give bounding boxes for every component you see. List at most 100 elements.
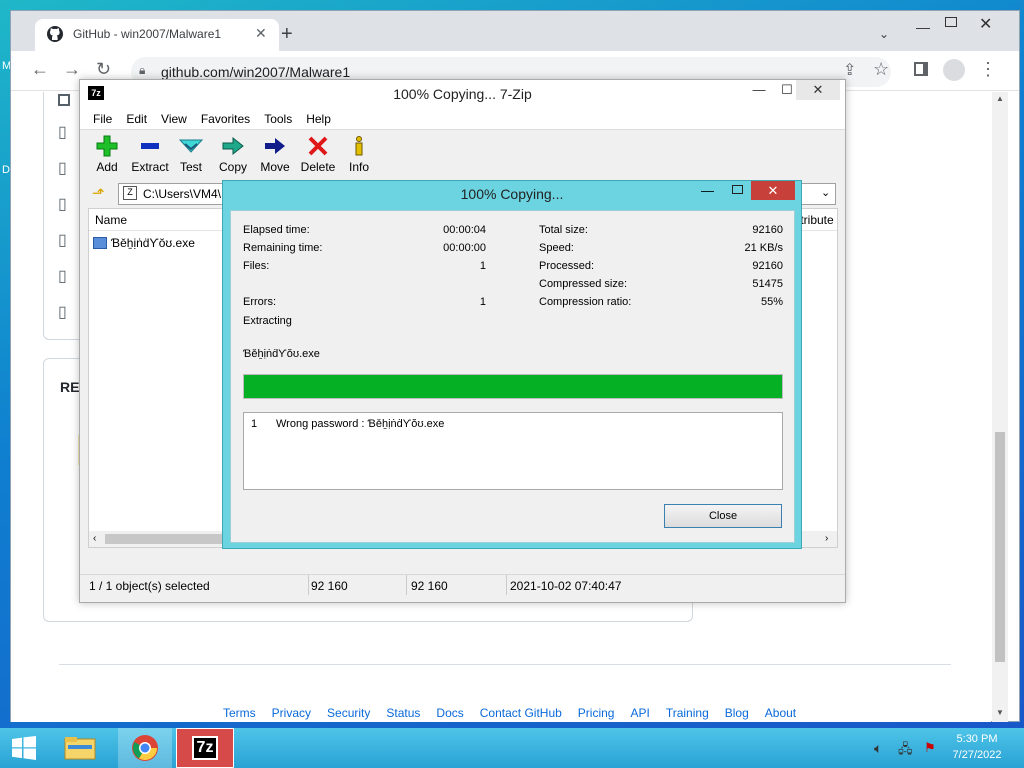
compressed-size-value: 51475	[752, 278, 783, 290]
move-button[interactable]: Move	[258, 135, 292, 174]
info-button[interactable]: Info	[344, 135, 374, 174]
menu-file[interactable]: File	[93, 108, 112, 129]
side-panel-icon[interactable]	[914, 62, 928, 76]
dialog-body: Elapsed time: 00:00:04 Remaining time: 0…	[230, 210, 795, 543]
bookmark-star-icon[interactable]: ☆	[873, 59, 889, 80]
errors-value: 1	[479, 296, 486, 308]
7zip-statusbar: 1 / 1 object(s) selected 92 160 92 160 2…	[80, 574, 845, 596]
dialog-maximize-icon[interactable]	[732, 185, 743, 194]
status-modified: 2021-10-02 07:40:47	[510, 579, 622, 593]
network-icon[interactable]: 🖧︎	[898, 740, 913, 762]
copy-label: Copy	[218, 160, 247, 174]
profile-avatar[interactable]	[943, 59, 965, 81]
footer-link[interactable]: Privacy	[272, 706, 311, 720]
path-icon: Z	[123, 186, 137, 200]
taskbar-7zip[interactable]: 7z	[176, 728, 234, 768]
menu-tools[interactable]: Tools	[264, 108, 292, 129]
footer-link[interactable]: Pricing	[578, 706, 615, 720]
scrollbar-thumb[interactable]	[995, 432, 1005, 662]
7zip-menubar: File Edit View Favorites Tools Help	[80, 108, 845, 130]
file-icon: ▯	[58, 232, 67, 249]
reload-icon[interactable]: ↻	[96, 59, 111, 80]
file-row[interactable]: ƁěẖịṅḋƳŏʊ.exe	[93, 235, 195, 251]
current-file: ƁěẖịṅḋƳŏʊ.exe	[243, 348, 320, 360]
message-log[interactable]: 1 Wrong password : ƁěẖịṅḋƳŏʊ.exe	[243, 412, 783, 490]
add-button[interactable]: Add	[92, 135, 122, 174]
clock-time[interactable]: 5:30 PM	[950, 733, 1004, 745]
close-button[interactable]: Close	[664, 504, 782, 528]
desktop-icon-label-fragment: D	[2, 164, 10, 176]
clock-date[interactable]: 7/27/2022	[950, 749, 1004, 761]
footer-link[interactable]: Training	[666, 706, 709, 720]
taskbar-chrome[interactable]	[118, 728, 172, 768]
dialog-minimize-icon[interactable]: —	[701, 183, 714, 198]
minimize-icon[interactable]: —	[916, 19, 930, 35]
file-row-name: ƁěẖịṅḋƳŏʊ.exe	[111, 236, 195, 250]
github-icon	[47, 26, 63, 45]
footer-link[interactable]: Blog	[725, 706, 749, 720]
column-name[interactable]: Name	[95, 213, 127, 227]
footer-link[interactable]: Docs	[436, 706, 463, 720]
column-attributes[interactable]: ttribute	[797, 213, 834, 227]
info-label: Info	[348, 160, 369, 174]
path-dropdown-icon[interactable]: ⌄	[821, 186, 830, 199]
test-button[interactable]: Test	[176, 135, 206, 174]
copy-button[interactable]: Copy	[217, 135, 249, 174]
scroll-right-icon[interactable]: ›	[825, 533, 828, 544]
forward-icon[interactable]: →	[63, 59, 81, 80]
action-center-icon[interactable]: ⚑	[924, 740, 936, 756]
speed-label: Speed:	[539, 242, 574, 254]
close-tab-icon[interactable]: ✕	[255, 25, 267, 42]
footer-link[interactable]: About	[765, 706, 796, 720]
close-window-icon[interactable]: ✕	[979, 14, 992, 34]
new-tab-icon[interactable]: +	[281, 23, 293, 46]
total-size-value: 92160	[752, 224, 783, 236]
remaining-label: Remaining time:	[243, 242, 323, 254]
footer-link[interactable]: Contact GitHub	[480, 706, 562, 720]
taskbar-file-explorer[interactable]	[56, 728, 104, 768]
dialog-close-icon[interactable]: ✕	[751, 181, 795, 200]
remaining-value: 00:00:00	[443, 242, 486, 254]
menu-view[interactable]: View	[161, 108, 187, 129]
footer-link[interactable]: Terms	[223, 706, 256, 720]
back-icon[interactable]: ←	[31, 59, 49, 80]
tab-title: GitHub - win2007/Malware1	[73, 27, 222, 41]
url-text: github.com/win2007/Malware1	[161, 64, 351, 80]
start-button[interactable]	[0, 728, 48, 768]
share-icon[interactable]: ⇪	[843, 60, 856, 80]
folder-up-icon[interactable]: ⬏	[92, 184, 105, 202]
lock-icon: 🔒︎	[139, 63, 146, 77]
menu-help[interactable]: Help	[306, 108, 331, 129]
menu-edit[interactable]: Edit	[126, 108, 147, 129]
extract-button[interactable]: Extract	[130, 135, 170, 174]
footer-link[interactable]: API	[630, 706, 649, 720]
scroll-left-icon[interactable]: ‹	[93, 533, 96, 544]
maximize-icon[interactable]	[945, 17, 957, 27]
menu-kebab-icon[interactable]: ⋮	[979, 59, 997, 80]
status-divider	[308, 575, 309, 595]
scroll-up-icon[interactable]: ▲	[996, 94, 1004, 103]
page-scrollbar[interactable]: ▲ ▼	[992, 92, 1008, 722]
7zip-close-icon[interactable]: ✕	[796, 80, 840, 100]
scroll-down-icon[interactable]: ▼	[996, 708, 1004, 717]
footer-link[interactable]: Status	[386, 706, 420, 720]
menu-favorites[interactable]: Favorites	[201, 108, 250, 129]
footer-link[interactable]: Security	[327, 706, 370, 720]
volume-muted-icon[interactable]: 🔈︎	[874, 740, 882, 757]
checkbox-icon	[58, 94, 70, 106]
7zip-minimize-icon[interactable]: —	[744, 80, 774, 100]
browser-tab[interactable]: GitHub - win2007/Malware1 ✕	[35, 19, 279, 51]
tab-search-icon[interactable]: ⌄	[879, 27, 889, 41]
test-icon	[178, 139, 204, 153]
file-icon: ▯	[58, 160, 67, 177]
chrome-icon	[132, 735, 158, 761]
operation-text: Extracting	[243, 315, 292, 327]
extract-label: Extract	[131, 160, 169, 174]
folder-icon	[64, 737, 96, 760]
delete-button[interactable]: Delete	[300, 135, 336, 174]
status-divider	[406, 575, 407, 595]
file-icon: ▯	[58, 304, 67, 321]
speed-value: 21 KB/s	[744, 242, 783, 254]
test-label: Test	[179, 160, 202, 174]
path-text: C:\Users\VM4\	[143, 187, 222, 201]
